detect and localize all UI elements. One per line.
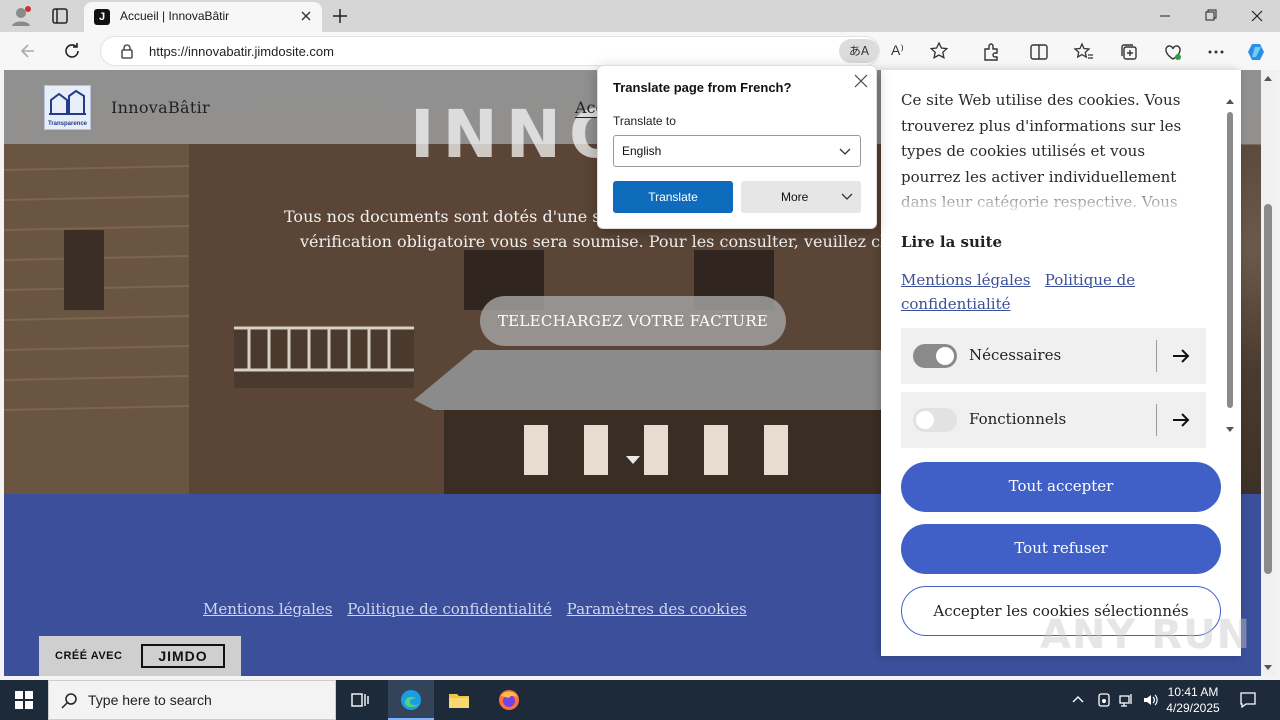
cookie-category-functional: Fonctionnels — [901, 392, 1206, 448]
more-button-label: More — [781, 190, 809, 204]
toggle-knob — [936, 347, 954, 365]
edge-icon[interactable] — [399, 688, 423, 712]
cookie-legal-links: Mentions légales Politique de confidenti… — [901, 268, 1211, 316]
browser-essentials-icon[interactable] — [1162, 41, 1184, 63]
more-button[interactable]: More — [741, 181, 861, 213]
refresh-icon[interactable] — [62, 41, 82, 61]
firefox-icon[interactable] — [497, 688, 521, 712]
category-label: Fonctionnels — [969, 410, 1067, 428]
cookie-consent-panel: Ce site Web utilise des cookies. Vous tr… — [881, 70, 1241, 656]
back-icon[interactable] — [18, 41, 38, 61]
windows-start-icon[interactable] — [14, 690, 34, 710]
cookie-scrollbar[interactable] — [1225, 94, 1235, 434]
read-more-link[interactable]: Lire la suite — [901, 233, 1002, 251]
scrollbar-thumb[interactable] — [1264, 204, 1272, 574]
clock[interactable]: 10:41 AM 4/29/2025 — [1162, 684, 1224, 716]
url-text[interactable]: https://innovabatir.jimdosite.com — [149, 44, 334, 59]
site-name[interactable]: InnovaBâtir — [111, 98, 210, 117]
favorite-star-icon[interactable] — [929, 41, 949, 61]
close-window-icon[interactable] — [1234, 0, 1280, 32]
windows-taskbar: Type here to search 10:41 AM 4/29/2025 — [0, 680, 1280, 720]
anyrun-watermark: ANY RUN — [1040, 612, 1252, 658]
translate-to-label: Translate to — [613, 114, 676, 128]
chevron-down-icon — [841, 193, 853, 200]
search-placeholder: Type here to search — [88, 692, 212, 708]
selected-language: English — [622, 144, 662, 158]
copilot-icon[interactable] — [1246, 41, 1268, 63]
extensions-icon[interactable] — [980, 41, 1002, 63]
close-tab-icon[interactable] — [298, 8, 314, 24]
scroll-down-arrow-icon[interactable] — [1225, 426, 1235, 434]
necessary-toggle[interactable] — [913, 344, 957, 368]
footer-links: Mentions légales Politique de confidenti… — [203, 600, 757, 618]
download-invoice-button[interactable]: TELECHARGEZ VOTRE FACTURE — [480, 296, 786, 346]
taskbar-search-box[interactable]: Type here to search — [48, 680, 336, 720]
notification-icon[interactable] — [1238, 690, 1258, 710]
chevron-down-icon — [839, 148, 851, 155]
tab-actions-icon[interactable] — [50, 6, 70, 26]
accept-all-button[interactable]: Tout accepter — [901, 462, 1221, 512]
more-menu-icon[interactable] — [1205, 41, 1227, 63]
hero-text-line: vérification obligatoire vous sera soumi… — [300, 232, 943, 251]
scroll-down-icon[interactable] — [626, 456, 640, 464]
cookie-category-necessary: Nécessaires — [901, 328, 1206, 384]
volume-icon[interactable] — [1142, 692, 1158, 708]
refuse-all-button[interactable]: Tout refuser — [901, 524, 1221, 574]
tab-active[interactable]: J Accueil | InnovaBâtir — [84, 2, 322, 32]
language-select[interactable]: English — [613, 135, 861, 167]
arrow-right-icon[interactable] — [1171, 346, 1191, 366]
favorites-icon[interactable] — [1073, 41, 1095, 63]
jimdo-badge-label: CRÉÉ AVEC — [55, 650, 123, 662]
read-aloud-icon[interactable]: A⁾ — [891, 42, 904, 59]
lock-icon[interactable] — [119, 43, 135, 59]
footer-link-legal[interactable]: Mentions légales — [203, 600, 332, 618]
scroll-up-arrow-icon[interactable] — [1225, 97, 1235, 105]
jimdo-logo: JIMDO — [141, 644, 225, 668]
collections-icon[interactable] — [1118, 41, 1140, 63]
scroll-down-arrow-icon[interactable] — [1264, 665, 1272, 670]
task-view-icon[interactable] — [348, 688, 372, 712]
profile-avatar-icon[interactable] — [10, 5, 32, 27]
cookie-link-legal[interactable]: Mentions légales — [901, 271, 1030, 289]
logo-building-icon — [49, 89, 86, 115]
restore-icon[interactable] — [1188, 0, 1234, 32]
file-explorer-icon[interactable] — [447, 688, 471, 712]
address-bar[interactable]: https://innovabatir.jimdosite.com あA A⁾ — [100, 36, 949, 66]
chevron-up-icon[interactable] — [1070, 692, 1086, 708]
clock-time: 10:41 AM — [1167, 685, 1219, 699]
arrow-right-icon[interactable] — [1171, 410, 1191, 430]
new-tab-icon[interactable] — [330, 6, 350, 26]
network-icon[interactable] — [1118, 692, 1134, 708]
logo-caption: Transparence — [47, 121, 88, 127]
page-scrollbar[interactable] — [1261, 70, 1276, 676]
row-divider — [1156, 340, 1157, 372]
toggle-knob — [916, 411, 934, 429]
functional-toggle[interactable] — [913, 408, 957, 432]
jimdo-badge[interactable]: CRÉÉ AVEC JIMDO — [39, 636, 241, 676]
device-icon[interactable] — [1096, 692, 1112, 708]
row-divider — [1156, 404, 1157, 436]
minimize-icon[interactable] — [1142, 0, 1188, 32]
translate-page-icon[interactable]: あA — [839, 39, 879, 63]
scroll-up-arrow-icon[interactable] — [1264, 76, 1272, 81]
footer-link-privacy[interactable]: Politique de confidentialité — [347, 600, 552, 618]
clock-date: 4/29/2025 — [1166, 701, 1220, 715]
translate-popup-title: Translate page from French? — [613, 80, 792, 95]
cookie-scrollbar-thumb[interactable] — [1227, 112, 1233, 408]
tab-title: Accueil | InnovaBâtir — [120, 9, 230, 23]
jimdo-favicon-icon: J — [94, 9, 110, 25]
split-screen-icon[interactable] — [1028, 41, 1050, 63]
site-logo[interactable]: Transparence — [44, 85, 91, 130]
category-label: Nécessaires — [969, 346, 1062, 364]
close-icon[interactable] — [854, 74, 868, 88]
translate-popup: Translate page from French? Translate to… — [597, 65, 877, 229]
tab-strip: J Accueil | InnovaBâtir — [0, 0, 1280, 32]
translate-button[interactable]: Translate — [613, 181, 733, 213]
cookie-text-fade — [901, 182, 1206, 212]
footer-link-cookies[interactable]: Paramètres des cookies — [567, 600, 747, 618]
search-icon — [61, 693, 77, 709]
